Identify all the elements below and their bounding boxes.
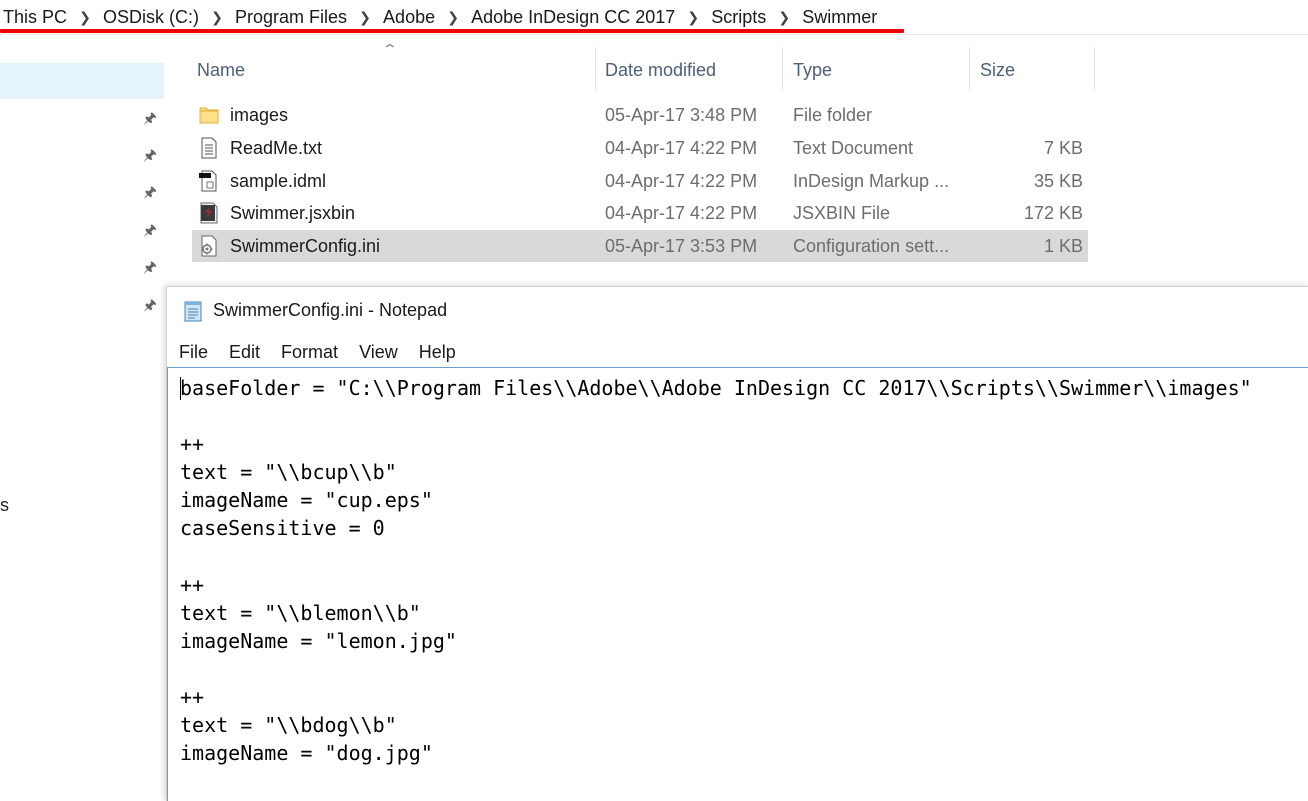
chevron-right-icon[interactable]: ❯ <box>675 9 711 26</box>
breadcrumb-item-adobe[interactable]: Adobe <box>383 7 435 28</box>
nav-item-selected[interactable] <box>0 63 164 99</box>
column-header-size-label: Size <box>980 59 1016 80</box>
chevron-right-icon[interactable]: ❯ <box>435 9 471 26</box>
file-date: 04-Apr-17 4:22 PM <box>605 138 758 158</box>
breadcrumb-item-swimmer[interactable]: Swimmer <box>802 7 877 28</box>
column-header-date-modified[interactable]: Date modified <box>605 47 783 93</box>
chevron-right-icon[interactable]: ❯ <box>347 9 383 26</box>
file-date: 04-Apr-17 4:22 PM <box>605 203 758 223</box>
file-list: ⌃ Name Date modified Type Size images 05… <box>168 35 1308 285</box>
column-divider[interactable] <box>1094 47 1095 91</box>
column-header-date-label: Date modified <box>605 59 717 80</box>
file-type: Text Document <box>793 138 914 158</box>
file-type: File folder <box>793 105 873 125</box>
file-type: JSXBIN File <box>793 203 891 223</box>
text-document-icon <box>201 137 217 159</box>
notepad-text-area[interactable]: baseFolder = "C:\\Program Files\\Adobe\\… <box>167 367 1308 801</box>
menu-view[interactable]: View <box>347 342 407 363</box>
pin-icon[interactable]: 🖈 <box>141 110 159 128</box>
idml-file-icon <box>199 170 217 192</box>
file-size: 172 KB <box>1023 203 1083 223</box>
notepad-title: SwimmerConfig.ini - Notepad <box>213 300 448 320</box>
column-divider[interactable] <box>969 47 970 91</box>
text-caret <box>180 377 181 400</box>
file-row[interactable]: sample.idml 04-Apr-17 4:22 PM InDesign M… <box>192 165 1088 197</box>
breadcrumb-item-program-files[interactable]: Program Files <box>235 7 347 28</box>
file-size: 1 KB <box>1043 236 1083 256</box>
nav-item-label-fragment[interactable]: s <box>0 495 9 516</box>
navigation-pane: 🖈 🖈 🖈 🖈 🖈 🖈 s <box>0 35 168 801</box>
file-type: Configuration sett... <box>793 236 950 256</box>
breadcrumb-item-indesign[interactable]: Adobe InDesign CC 2017 <box>471 7 675 28</box>
menu-format[interactable]: Format <box>269 342 347 363</box>
notepad-window: SwimmerConfig.ini - Notepad File Edit Fo… <box>166 286 1308 801</box>
column-divider[interactable] <box>782 47 783 91</box>
file-row[interactable]: Swimmer.jsxbin 04-Apr-17 4:22 PM JSXBIN … <box>192 197 1088 229</box>
file-type: InDesign Markup ... <box>793 171 950 191</box>
breadcrumb-item-this-pc[interactable]: This PC <box>0 7 67 28</box>
column-header-type-label: Type <box>793 59 833 80</box>
red-highlight-underline <box>0 29 904 33</box>
pin-icon[interactable]: 🖈 <box>141 222 159 240</box>
file-date: 05-Apr-17 3:53 PM <box>605 236 758 256</box>
chevron-right-icon[interactable]: ❯ <box>199 9 235 26</box>
file-date: 05-Apr-17 3:48 PM <box>605 105 758 125</box>
notepad-menubar: File Edit Format View Help <box>167 337 1308 367</box>
menu-help[interactable]: Help <box>407 342 465 363</box>
file-name: Swimmer.jsxbin <box>230 203 356 223</box>
column-header-name-label: Name <box>197 59 246 80</box>
file-date: 04-Apr-17 4:22 PM <box>605 171 758 191</box>
file-row[interactable]: images 05-Apr-17 3:48 PM File folder <box>192 99 1088 131</box>
file-row-selected[interactable]: SwimmerConfig.ini 05-Apr-17 3:53 PM Conf… <box>192 230 1088 262</box>
column-header-size[interactable]: Size <box>980 47 1094 93</box>
menu-file[interactable]: File <box>167 342 217 363</box>
breadcrumb-item-osdisk[interactable]: OSDisk (C:) <box>103 7 199 28</box>
notepad-icon <box>184 301 202 322</box>
chevron-right-icon[interactable]: ❯ <box>67 9 103 26</box>
config-file-icon <box>201 235 217 257</box>
chevron-right-icon[interactable]: ❯ <box>766 9 802 26</box>
pin-icon[interactable]: 🖈 <box>141 259 159 277</box>
screenshot-root: This PC ❯ OSDisk (C:) ❯ Program Files ❯ … <box>0 0 1308 801</box>
pin-icon[interactable]: 🖈 <box>141 297 159 315</box>
notepad-content[interactable]: baseFolder = "C:\\Program Files\\Adobe\\… <box>168 368 1308 767</box>
file-size <box>943 99 1083 131</box>
column-divider[interactable] <box>595 47 596 91</box>
folder-icon <box>199 107 219 124</box>
file-name: ReadMe.txt <box>230 138 323 158</box>
column-header-name[interactable]: Name <box>197 47 597 93</box>
file-name: sample.idml <box>230 171 327 191</box>
file-name: SwimmerConfig.ini <box>230 236 381 256</box>
file-name: images <box>230 105 289 125</box>
file-size: 35 KB <box>1033 171 1083 191</box>
jsxbin-file-icon <box>200 202 218 224</box>
pin-icon[interactable]: 🖈 <box>141 147 159 165</box>
notepad-titlebar[interactable]: SwimmerConfig.ini - Notepad <box>167 287 1308 335</box>
pin-icon[interactable]: 🖈 <box>141 184 159 202</box>
breadcrumb-item-scripts[interactable]: Scripts <box>711 7 766 28</box>
file-size: 7 KB <box>1043 138 1083 158</box>
column-header-type[interactable]: Type <box>793 47 969 93</box>
file-row[interactable]: ReadMe.txt 04-Apr-17 4:22 PM Text Docume… <box>192 132 1088 164</box>
menu-edit[interactable]: Edit <box>217 342 269 363</box>
